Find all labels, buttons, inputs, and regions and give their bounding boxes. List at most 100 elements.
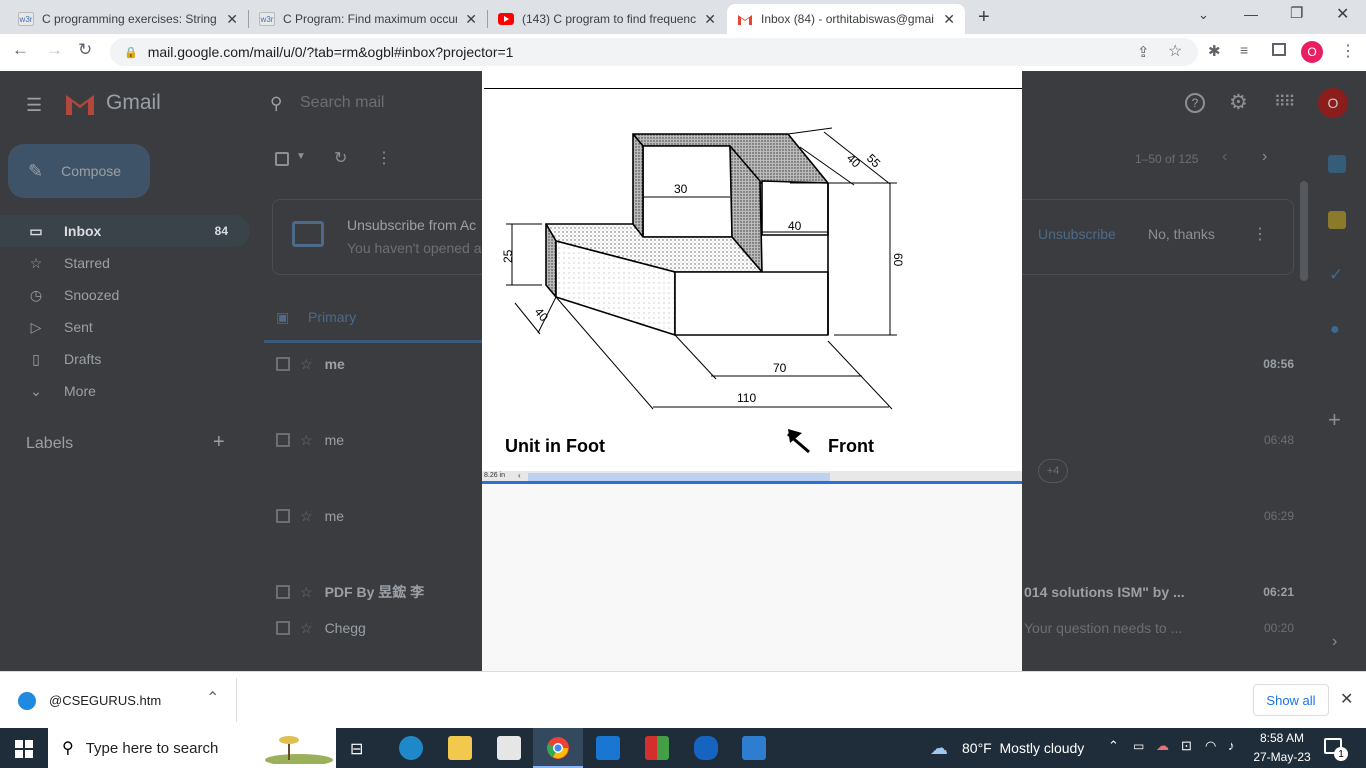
wifi-icon[interactable]: ◠ [1205,738,1216,754]
show-hidden-icons[interactable]: ⌃ [1108,738,1119,754]
remote-desktop-icon[interactable] [694,736,718,760]
meet-icon[interactable]: ⊡ [1181,738,1192,754]
network-status-icon[interactable]: ☁ [1156,738,1169,754]
sidebar-item-snoozed[interactable]: ◷ Snoozed [0,279,250,311]
show-all-button[interactable]: Show all [1253,684,1329,716]
next-page-icon[interactable]: › [1262,148,1267,166]
more-actions-icon[interactable]: ⋮ [376,148,392,168]
email-time: 06:48 [1263,433,1294,447]
task-view-icon[interactable]: ⊟ [350,739,363,759]
browser-tab-1[interactable]: w3r C programming exercises: String ✕ [8,4,248,34]
restore-icon[interactable]: ❐ [1290,4,1303,22]
clock-date[interactable]: 27-May-23 [1250,750,1314,764]
front-body-face [674,271,829,336]
apps-grid-icon[interactable]: ⠿⠿ [1274,92,1295,112]
row-checkbox[interactable] [276,357,290,371]
weather-text[interactable]: 80°F Mostly cloudy [962,740,1084,756]
no-thanks-button[interactable]: No, thanks [1148,226,1215,242]
close-tab-icon[interactable]: ✕ [704,11,716,28]
row-star-icon[interactable]: ☆ [300,584,313,601]
sidebar-item-more[interactable]: ⌄ More [0,375,250,407]
settings-gear-icon[interactable]: ⚙ [1229,90,1248,115]
send-icon: ▷ [30,318,42,335]
close-window-icon[interactable]: ✕ [1336,4,1349,24]
unsubscribe-button[interactable]: Unsubscribe [1038,226,1116,242]
row-checkbox[interactable] [276,621,290,635]
attachment-more-chip[interactable]: +4 [1038,459,1068,483]
browser-tab-2[interactable]: w3r C Program: Find maximum occurr ✕ [249,4,487,34]
prev-page-icon[interactable]: ‹ [1222,148,1227,166]
banner-more-icon[interactable]: ⋮ [1252,224,1268,244]
calendar-icon[interactable] [1328,155,1346,173]
menu-icon[interactable]: ⋮ [1340,41,1356,61]
file-explorer-icon[interactable] [448,736,472,760]
reload-icon[interactable]: ↻ [78,40,92,60]
bookmark-star-icon[interactable]: ☆ [1168,41,1182,61]
row-star-icon[interactable]: ☆ [300,620,313,637]
side-panel-icon[interactable] [1272,43,1286,56]
search-icon[interactable]: ⚲ [270,94,282,114]
scroll-thumb[interactable] [528,473,830,481]
extensions-icon[interactable]: ✱ [1208,42,1221,60]
select-dropdown-icon[interactable]: ▼ [296,151,306,162]
row-checkbox[interactable] [276,433,290,447]
sidebar-item-label: Starred [64,255,110,271]
minimize-icon[interactable]: — [1244,6,1258,22]
row-star-icon[interactable]: ☆ [300,432,313,449]
scroll-left-icon[interactable]: ‹ [518,471,521,480]
sidebar-item-drafts[interactable]: ▯ Drafts [0,343,250,375]
address-bar[interactable]: 🔒 mail.google.com/mail/u/0/?tab=rm&ogbl#… [110,38,1198,66]
row-checkbox[interactable] [276,509,290,523]
microsoft-store-icon[interactable] [497,736,521,760]
download-filename[interactable]: @CSEGURUS.htm [49,693,161,708]
add-addon-icon[interactable]: + [1328,407,1341,433]
battery-icon[interactable]: ▭ [1133,739,1144,753]
select-all-checkbox[interactable] [275,152,289,166]
front-label: Front [828,436,874,456]
main-menu-icon[interactable]: ☰ [26,95,42,116]
compose-button[interactable]: ✎ Compose [8,144,150,198]
browser-tab-3[interactable]: (143) C program to find frequenc ✕ [488,4,726,34]
tab-search-icon[interactable]: ⌄ [1198,7,1209,23]
sidebar-item-sent[interactable]: ▷ Sent [0,311,250,343]
search-input[interactable]: Search mail [300,94,384,112]
new-tab-button[interactable]: + [978,6,990,29]
volume-icon[interactable]: ♪ [1228,738,1235,753]
edge-file-icon [18,692,36,710]
list-scrollbar[interactable] [1300,181,1308,281]
close-tab-icon[interactable]: ✕ [943,11,955,28]
gmail-logo-icon[interactable] [64,91,96,120]
keep-icon[interactable] [1328,211,1346,229]
tasks-icon[interactable]: ✓ [1329,265,1343,285]
row-star-icon[interactable]: ☆ [300,508,313,525]
dim-label: 30 [674,182,688,196]
share-icon[interactable]: ⇪ [1137,43,1150,61]
profile-avatar[interactable]: O [1301,41,1323,63]
download-options-icon[interactable]: ⌃ [206,688,219,708]
tab-primary[interactable]: ▣ Primary [264,291,482,343]
browser-tab-4[interactable]: Inbox (84) - orthitabiswas@gmai ✕ [727,4,965,34]
sidebar-item-starred[interactable]: ☆ Starred [0,247,250,279]
row-checkbox[interactable] [276,585,290,599]
contacts-icon[interactable]: ● [1330,321,1340,339]
forward-icon[interactable]: → [46,40,63,60]
photos-icon[interactable] [742,736,766,760]
chrome-taskbar-button[interactable] [533,728,583,768]
sidebar-item-inbox[interactable]: ▭ Inbox 84 [0,215,250,247]
edge-icon[interactable] [399,736,423,760]
close-tab-icon[interactable]: ✕ [465,11,477,28]
mail-app-icon[interactable] [596,736,620,760]
refresh-icon[interactable]: ↻ [334,148,347,168]
clock-time[interactable]: 8:58 AM [1250,731,1314,745]
expand-panel-icon[interactable]: › [1332,633,1337,651]
row-star-icon[interactable]: ☆ [300,356,313,373]
back-icon[interactable]: ← [12,40,29,60]
account-avatar[interactable]: O [1318,88,1348,118]
windows-start-icon[interactable] [15,740,33,763]
close-downloads-icon[interactable]: ✕ [1340,689,1353,709]
close-tab-icon[interactable]: ✕ [226,11,238,28]
reading-list-icon[interactable]: ≡ [1240,42,1248,58]
office-app-icon[interactable] [645,736,669,760]
help-icon[interactable]: ? [1185,93,1205,113]
add-label-icon[interactable]: + [213,431,225,454]
